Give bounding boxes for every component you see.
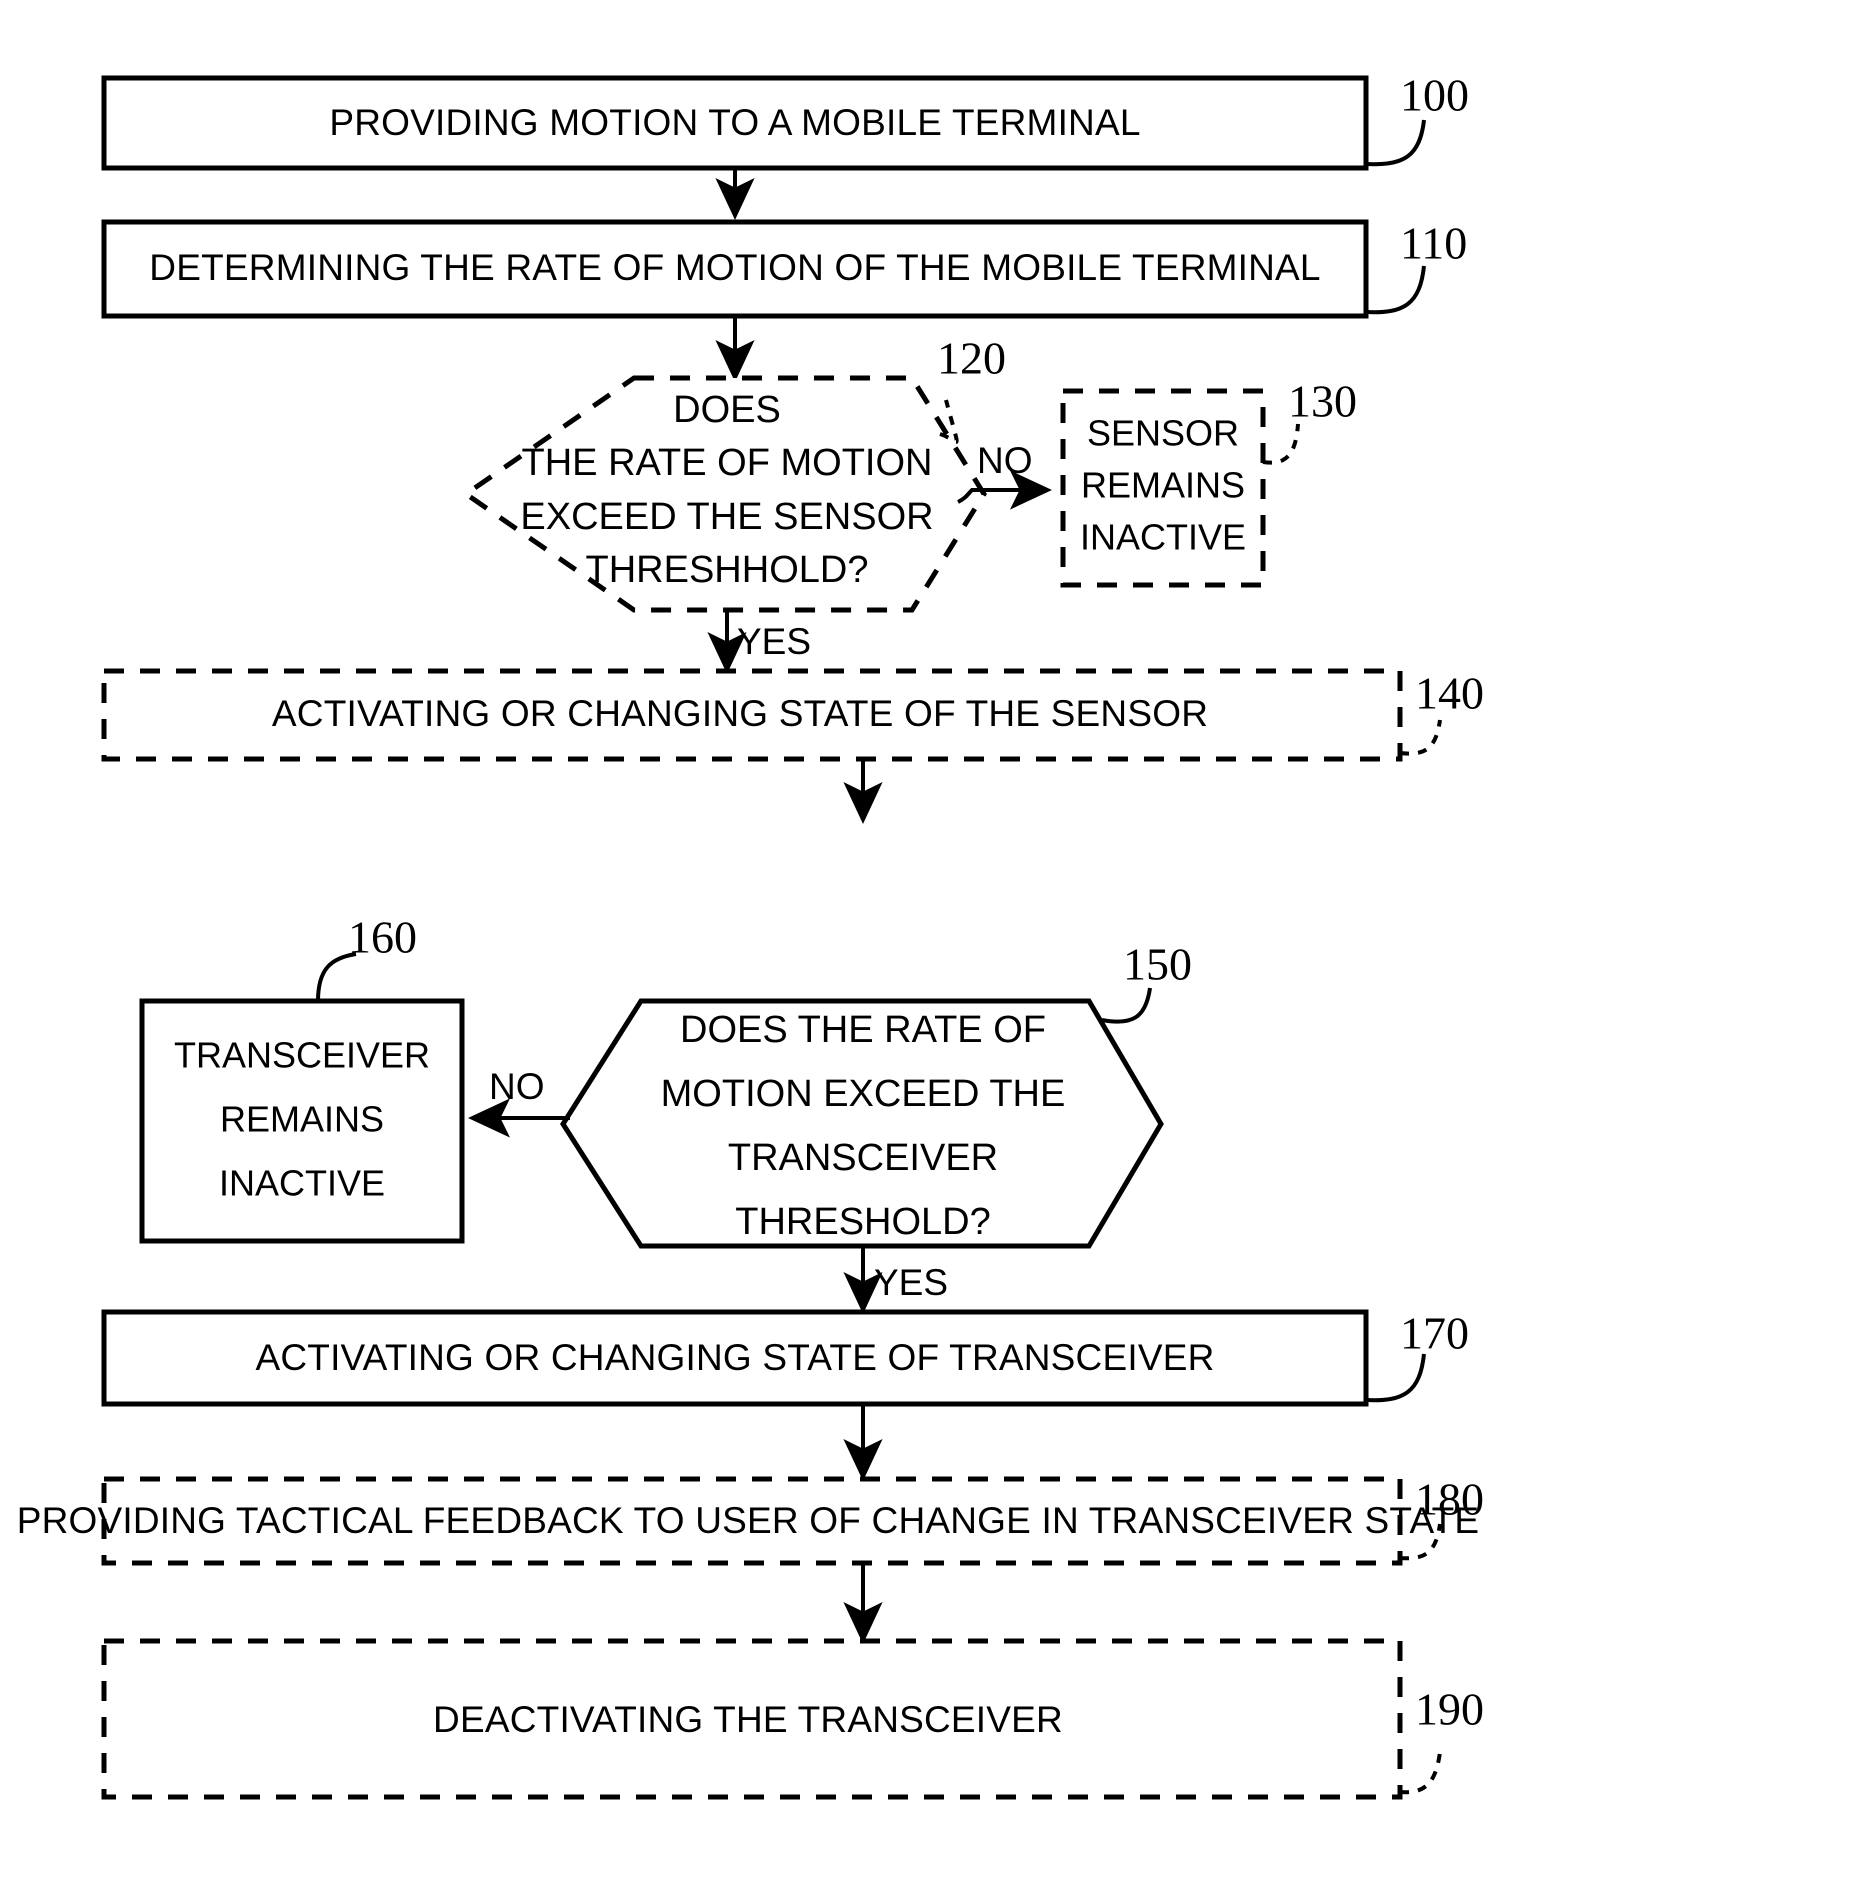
node-150: DOES THE RATE OF MOTION EXCEED THE TRANS… [560, 998, 1164, 1249]
edge-120-no: NO [957, 440, 1052, 510]
node-130-line-1: SENSOR [1087, 413, 1239, 454]
ref-170-leader-group: 170 [1365, 1308, 1469, 1403]
ref-160-leader-group: 160 [316, 912, 417, 1002]
node-120-line-3: EXCEED THE SENSOR [520, 496, 933, 538]
node-140: ACTIVATING OR CHANGING STATE OF THE SENS… [101, 668, 1403, 762]
ref-130-leader-group: 130 [1262, 376, 1357, 465]
node-160-line-2: REMAINS [220, 1099, 384, 1140]
node-130: SENSOR REMAINS INACTIVE [1060, 388, 1266, 588]
node-110: DETERMINING THE RATE OF MOTION OF THE MO… [101, 219, 1369, 319]
ref-180-number: 180 [1415, 1474, 1484, 1525]
node-170-label: ACTIVATING OR CHANGING STATE OF TRANSCEI… [255, 1337, 1214, 1378]
edge-150-no: NO [468, 1066, 570, 1138]
ref-170-number: 170 [1400, 1308, 1469, 1359]
node-180: PROVIDING TACTICAL FEEDBACK TO USER OF C… [17, 1476, 1480, 1566]
edge-label-no-150: NO [489, 1066, 545, 1107]
node-150-line-2: MOTION EXCEED THE [661, 1073, 1066, 1115]
node-130-line-2: REMAINS [1081, 465, 1245, 506]
ref-160-number: 160 [348, 912, 417, 963]
ref-130-leader [1262, 423, 1300, 465]
node-190-label: DEACTIVATING THE TRANSCEIVER [433, 1699, 1063, 1740]
ref-140-leader [1399, 719, 1442, 756]
edge-120-yes: YES [707, 610, 811, 674]
ref-150-leader-group: 150 [1101, 939, 1192, 1024]
ref-100-leader-group: 100 [1365, 70, 1469, 167]
node-140-label: ACTIVATING OR CHANGING STATE OF THE SENS… [272, 693, 1208, 734]
edge-150-yes: YES [843, 1246, 948, 1314]
node-120: DOES THE RATE OF MOTION EXCEED THE SENSO… [461, 375, 987, 613]
node-120-line-2: THE RATE OF MOTION [522, 442, 933, 484]
node-150-line-3: TRANSCEIVER [728, 1137, 998, 1179]
ref-140-number: 140 [1415, 668, 1484, 719]
ref-120-leader [939, 399, 959, 445]
ref-150-number: 150 [1123, 939, 1192, 990]
ref-150-leader [1101, 987, 1152, 1024]
ref-100-leader [1365, 119, 1426, 167]
node-120-line-4: THRESHHOLD? [586, 549, 869, 591]
node-160: TRANSCEIVER REMAINS INACTIVE [139, 998, 465, 1244]
ref-110-leader [1365, 265, 1426, 315]
ref-130-number: 130 [1288, 376, 1357, 427]
node-110-label: DETERMINING THE RATE OF MOTION OF THE MO… [149, 247, 1320, 288]
ref-190-number: 190 [1415, 1684, 1484, 1735]
node-130-line-3: INACTIVE [1080, 517, 1246, 558]
node-160-line-1: TRANSCEIVER [174, 1035, 430, 1076]
node-100: PROVIDING MOTION TO A MOBILE TERMINAL [101, 75, 1369, 171]
node-170: ACTIVATING OR CHANGING STATE OF TRANSCEI… [101, 1309, 1369, 1407]
ref-190-leader [1399, 1751, 1442, 1795]
ref-190-leader-group: 190 [1399, 1684, 1484, 1795]
edge-label-yes-120: YES [737, 621, 811, 662]
node-180-label: PROVIDING TACTICAL FEEDBACK TO USER OF C… [17, 1500, 1480, 1541]
ref-120-number: 120 [937, 333, 1006, 384]
ref-140-leader-group: 140 [1399, 668, 1484, 756]
ref-110-number: 110 [1400, 218, 1467, 269]
flowchart-canvas: PROVIDING MOTION TO A MOBILE TERMINAL 10… [17, 70, 1484, 1800]
node-100-label: PROVIDING MOTION TO A MOBILE TERMINAL [329, 102, 1140, 143]
node-150-line-1: DOES THE RATE OF [680, 1009, 1046, 1051]
ref-110-leader-group: 110 [1365, 218, 1467, 315]
node-190: DEACTIVATING THE TRANSCEIVER [101, 1638, 1403, 1800]
ref-120-leader-group: 120 [937, 333, 1006, 445]
node-160-line-3: INACTIVE [219, 1163, 385, 1204]
node-120-line-1: DOES [673, 389, 781, 431]
node-150-line-4: THRESHOLD? [735, 1201, 991, 1243]
ref-170-leader [1365, 1353, 1426, 1403]
edge-label-no-120: NO [977, 440, 1033, 481]
edge-label-yes-150: YES [874, 1262, 948, 1303]
ref-100-number: 100 [1400, 70, 1469, 121]
patent-flowchart-figure: PROVIDING MOTION TO A MOBILE TERMINAL 10… [0, 0, 1872, 1887]
